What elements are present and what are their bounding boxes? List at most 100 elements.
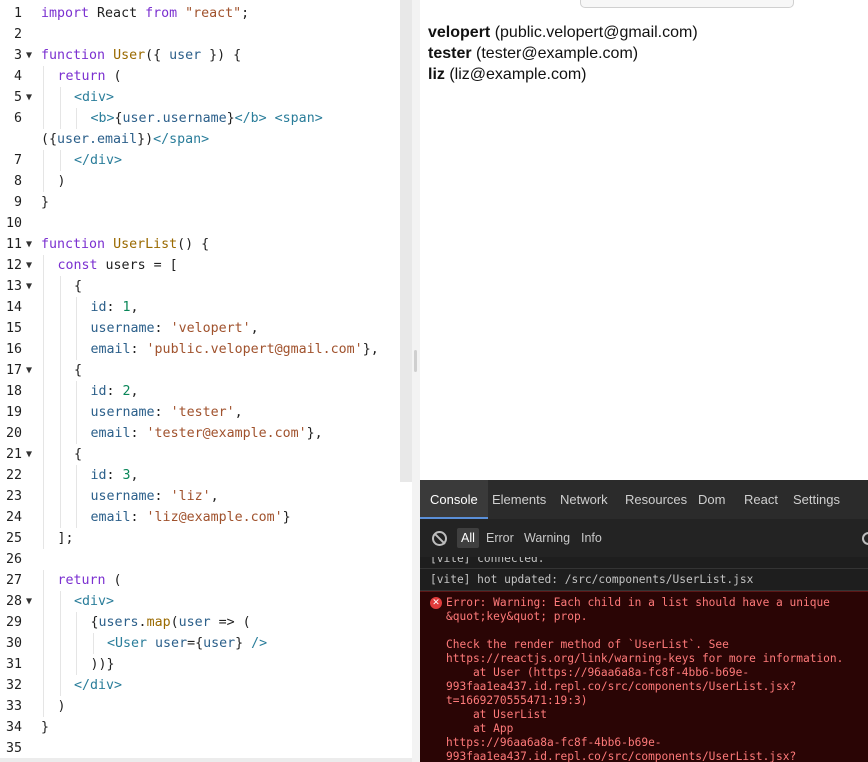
code-line[interactable]: 23 username: 'liz', (0, 486, 412, 507)
line-number: 7 (13, 153, 22, 168)
code-line[interactable]: 33) (0, 696, 412, 717)
code-token: const (57, 258, 106, 273)
code-line[interactable]: 6 <b>{user.username}</b> <span> (0, 108, 412, 129)
code-line[interactable]: 35 (0, 738, 412, 759)
tab-elements[interactable]: Elements (482, 480, 556, 519)
indent-guide (76, 612, 77, 633)
tab-resources[interactable]: Resources (615, 480, 697, 519)
code-line[interactable]: 1 import React from "react"; (0, 3, 412, 24)
tab-react[interactable]: React (734, 480, 788, 519)
preview-scrollbar[interactable] (580, 0, 794, 8)
code-line[interactable]: 28 ▼ <div> (0, 591, 412, 612)
line-number: 32 (5, 678, 22, 693)
filter-error[interactable]: Error (482, 528, 518, 548)
code-token: => ( (210, 615, 251, 630)
code-token: <b> (90, 111, 115, 126)
code-token: username (90, 405, 155, 420)
code-line[interactable]: 19 username: 'tester', (0, 402, 412, 423)
code-text: email: 'tester@example.com'}, (91, 423, 323, 444)
code-line[interactable]: 29 {users.map(user => ( (0, 612, 412, 633)
pane-divider[interactable] (412, 0, 420, 762)
error-line: at UserList (446, 708, 548, 721)
filter-all[interactable]: All (457, 528, 479, 548)
code-editor[interactable]: 1 import React from "react"; 2 3 ▼ function U… (0, 0, 412, 762)
code-line[interactable]: 16 email: 'public.velopert@gmail.com'}, (0, 339, 412, 360)
user-username: velopert (428, 24, 491, 41)
fold-arrow-icon[interactable]: ▼ (26, 444, 32, 465)
code-text: <b>{user.username}</b> <span> (91, 108, 323, 129)
fold-arrow-icon[interactable]: ▼ (26, 255, 32, 276)
console-log[interactable]: [vite] connected. [vite] hot updated: /s… (420, 557, 868, 762)
fold-arrow-icon[interactable]: ▼ (26, 87, 32, 108)
fold-arrow-icon[interactable]: ▼ (26, 45, 32, 66)
code-text: {users.map(user => ( (91, 612, 251, 633)
code-line[interactable]: 18 id: 2, (0, 381, 412, 402)
code-line[interactable]: 34} (0, 717, 412, 738)
code-line[interactable]: 9} (0, 192, 412, 213)
tab-network[interactable]: Network (550, 480, 618, 519)
code-line[interactable]: 15 username: 'velopert', (0, 318, 412, 339)
code-line[interactable]: 24 email: 'liz@example.com'} (0, 507, 412, 528)
code-lines[interactable]: 1 import React from "react"; 2 3 ▼ function U… (0, 3, 412, 759)
code-line[interactable]: 2 (0, 24, 412, 45)
code-token: <div> (74, 90, 115, 105)
line-number: 18 (5, 384, 22, 399)
code-line[interactable]: 5 ▼ <div> (0, 87, 412, 108)
editor-scrollbar[interactable] (400, 0, 412, 482)
devtools-panel: Console Elements Network Resources Dom R… (420, 480, 868, 762)
code-text: import React from "react"; (41, 3, 249, 24)
code-line[interactable]: 17 ▼ { (0, 360, 412, 381)
code-token: () { (177, 237, 210, 252)
code-line[interactable]: 25]; (0, 528, 412, 549)
fold-arrow-icon[interactable]: ▼ (26, 276, 32, 297)
code-line[interactable]: 32 </div> (0, 675, 412, 696)
code-line[interactable]: 31))} (0, 654, 412, 675)
code-token: ({ (41, 132, 58, 147)
indent-guide (43, 654, 44, 675)
indent-guide (43, 108, 44, 129)
code-line[interactable]: 8) (0, 171, 412, 192)
tab-dom[interactable]: Dom (688, 480, 735, 519)
code-line[interactable]: 4 return ( (0, 66, 412, 87)
code-token: user.username (122, 111, 227, 126)
user-email: (public.velopert@gmail.com) (494, 24, 698, 41)
console-error-message: ✕ Error: Warning: Each child in a list s… (420, 591, 868, 762)
filter-info[interactable]: Info (577, 528, 606, 548)
pane-resize-handle[interactable] (414, 350, 417, 372)
code-line[interactable]: ({user.email})</span> (0, 129, 412, 150)
code-token: ( (113, 573, 122, 588)
code-text: { (74, 276, 82, 297)
code-line[interactable]: 21 ▼ { (0, 444, 412, 465)
clear-console-icon[interactable] (432, 531, 447, 546)
code-token: username (90, 321, 155, 336)
code-token: , (234, 405, 243, 420)
line-number: 25 (5, 531, 22, 546)
code-token: , (130, 384, 139, 399)
code-line[interactable]: 26 (0, 549, 412, 570)
fold-arrow-icon[interactable]: ▼ (26, 234, 32, 255)
code-line[interactable]: 10 (0, 213, 412, 234)
code-line[interactable]: 20 email: 'tester@example.com'}, (0, 423, 412, 444)
code-line[interactable]: 12 ▼ const users = [ (0, 255, 412, 276)
line-number: 4 (13, 69, 22, 84)
fold-arrow-icon[interactable]: ▼ (26, 360, 32, 381)
editor-horizontal-scrollbar[interactable] (0, 758, 412, 762)
code-token: users = [ (105, 258, 178, 273)
code-line[interactable]: 27 return ( (0, 570, 412, 591)
code-line[interactable]: 13 ▼ { (0, 276, 412, 297)
indent-guide (59, 318, 61, 339)
filter-warning[interactable]: Warning (520, 528, 574, 548)
code-line[interactable]: 30 <User user={user} /> (0, 633, 412, 654)
search-icon[interactable] (862, 532, 868, 545)
code-line[interactable]: 3 ▼ function User({ user }) { (0, 45, 412, 66)
tab-settings[interactable]: Settings (783, 480, 850, 519)
error-line: https://96aa6a8a-fc8f-4bb6-b69e- (446, 736, 662, 749)
code-line[interactable]: 14 id: 1, (0, 297, 412, 318)
code-line[interactable]: 7 </div> (0, 150, 412, 171)
fold-arrow-icon[interactable]: ▼ (26, 591, 32, 612)
code-token: UserList (113, 237, 178, 252)
code-line[interactable]: 22 id: 3, (0, 465, 412, 486)
code-token: function (41, 48, 114, 63)
tab-console[interactable]: Console (420, 480, 488, 519)
code-line[interactable]: 11 ▼ function UserList() { (0, 234, 412, 255)
